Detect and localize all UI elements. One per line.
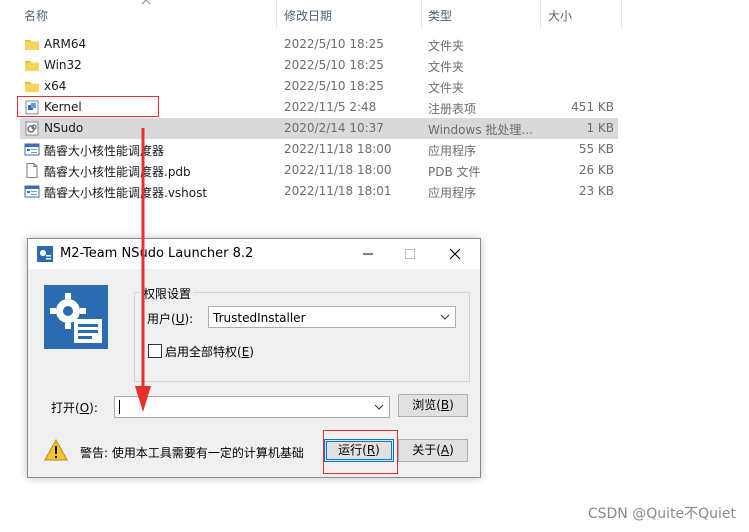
user-select[interactable]: TrustedInstaller (208, 306, 456, 328)
app-icon (24, 185, 40, 198)
batch-icon (25, 121, 39, 136)
column-divider[interactable] (621, 0, 622, 28)
file-type: 文件夹 (428, 81, 465, 95)
file-name: 酷睿大小核性能调度器.vshost (44, 186, 208, 200)
column-divider[interactable] (540, 0, 541, 28)
folder-icon (25, 40, 39, 50)
folder-icon (25, 61, 39, 71)
file-name: x64 (44, 79, 67, 93)
all-privileges-label: 启用全部特权(E) (165, 345, 254, 359)
file-date: 2022/5/10 18:25 (284, 79, 384, 93)
file-date: 2022/5/10 18:25 (284, 37, 384, 51)
file-date: 2022/11/18 18:01 (284, 184, 392, 198)
file-name: ARM64 (44, 37, 87, 51)
permission-group: 权限设置 用户(U): TrustedInstaller 启用全部特权(E) (134, 285, 470, 382)
app-icon (24, 143, 40, 156)
column-header: 名称 修改日期 类型 大小 (0, 0, 625, 28)
file-size: 23 KB (578, 184, 614, 198)
watermark: CSDN @Quite不Quiet (587, 506, 736, 522)
file-type: 应用程序 (428, 186, 477, 200)
list-item[interactable]: 酷睿大小核性能调度器.pdb 2022/11/18 18:00 PDB 文件 2… (20, 160, 618, 181)
file-size: 55 KB (578, 142, 614, 156)
column-divider[interactable] (421, 0, 422, 28)
file-type: 应用程序 (428, 144, 477, 158)
file-type: 注册表项 (428, 102, 477, 116)
open-label: 打开(O): (51, 401, 98, 415)
file-type: Windows 批处理... (428, 123, 533, 137)
close-icon[interactable] (445, 244, 465, 264)
dialog-title: M2-Team NSudo Launcher 8.2 (60, 246, 254, 261)
file-date: 2022/11/18 18:00 (284, 142, 392, 156)
file-name: NSudo (44, 121, 84, 135)
list-item[interactable]: Win32 2022/5/10 18:25 文件夹 (20, 55, 618, 76)
file-name: 酷睿大小核性能调度器.pdb (44, 165, 191, 179)
column-type[interactable]: 类型 (428, 7, 452, 24)
file-name: Win32 (44, 58, 82, 72)
file-date: 2020/2/14 10:37 (284, 121, 384, 135)
column-name[interactable]: 名称 (24, 7, 48, 24)
warning-text: 警告: 使用本工具需要有一定的计算机基础 (80, 446, 304, 460)
file-date: 2022/11/5 2:48 (284, 100, 377, 114)
open-command-input[interactable] (114, 396, 390, 418)
chevron-down-icon[interactable] (374, 402, 384, 412)
list-item[interactable]: ARM64 2022/5/10 18:25 文件夹 (20, 34, 618, 55)
file-size: 1 KB (586, 121, 614, 135)
nsudo-dialog: M2-Team NSudo Launcher 8.2 权限设置 用户(U): T… (27, 238, 481, 478)
chevron-down-icon (440, 314, 450, 320)
sort-ascending-icon (141, 0, 151, 5)
file-size: 451 KB (571, 100, 614, 114)
list-item[interactable]: x64 2022/5/10 18:25 文件夹 (20, 76, 618, 97)
kernel-highlight-box (17, 96, 159, 117)
file-type: 文件夹 (428, 60, 465, 74)
column-size[interactable]: 大小 (548, 7, 572, 24)
file-date: 2022/11/18 18:00 (284, 163, 392, 177)
column-modified[interactable]: 修改日期 (284, 7, 332, 24)
about-button[interactable]: 关于(A) (398, 439, 468, 462)
file-date: 2022/5/10 18:25 (284, 58, 384, 72)
text-caret (119, 400, 120, 414)
file-type: PDB 文件 (428, 165, 481, 179)
annotation-arrow-icon (135, 128, 151, 412)
minimize-icon[interactable] (358, 244, 378, 264)
warning-icon (44, 439, 68, 461)
nsudo-logo-icon (44, 285, 108, 349)
maximize-icon (405, 249, 415, 259)
nsudo-app-icon (37, 246, 53, 262)
folder-icon (25, 82, 39, 92)
list-item[interactable]: NSudo 2020/2/14 10:37 Windows 批处理... 1 K… (20, 118, 618, 139)
browse-button[interactable]: 浏览(B) (398, 394, 468, 417)
user-select-value: TrustedInstaller (213, 311, 306, 325)
file-type: 文件夹 (428, 39, 465, 53)
file-size: 26 KB (578, 163, 614, 177)
column-divider[interactable] (276, 0, 277, 28)
title-bar[interactable]: M2-Team NSudo Launcher 8.2 (28, 239, 480, 269)
list-item[interactable]: 酷睿大小核性能调度器.vshost 2022/11/18 18:01 应用程序 … (20, 181, 618, 202)
run-highlight-box (323, 430, 398, 474)
list-item[interactable]: 酷睿大小核性能调度器 2022/11/18 18:00 应用程序 55 KB (20, 139, 618, 160)
file-icon (26, 163, 38, 178)
